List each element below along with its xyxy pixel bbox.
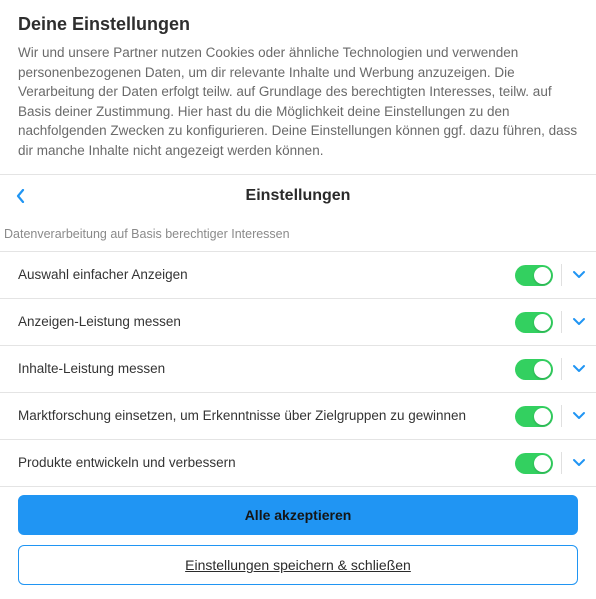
- subheader-title: Einstellungen: [246, 187, 351, 205]
- separator: [561, 405, 562, 427]
- list-item-label: Produkte entwickeln und verbessern: [18, 454, 505, 472]
- toggle-switch[interactable]: [515, 312, 553, 333]
- list-item: Anzeigen-Leistung messen: [0, 298, 596, 345]
- chevron-down-icon: [572, 458, 586, 468]
- list-item: Marktforschung einsetzen, um Erkenntniss…: [0, 392, 596, 439]
- separator: [561, 358, 562, 380]
- list-item: Inhalte-Leistung messen: [0, 345, 596, 392]
- save-close-button[interactable]: Einstellungen speichern & schließen: [18, 545, 578, 585]
- list-item-label: Anzeigen-Leistung messen: [18, 313, 505, 331]
- settings-list: Auswahl einfacher Anzeigen Anzeigen-Leis…: [0, 251, 596, 487]
- toggle-switch[interactable]: [515, 406, 553, 427]
- separator: [561, 311, 562, 333]
- intro-text: Wir und unsere Partner nutzen Cookies od…: [18, 43, 578, 160]
- list-item-label: Marktforschung einsetzen, um Erkenntniss…: [18, 407, 505, 425]
- button-bar: Alle akzeptieren Einstellungen speichern…: [0, 487, 596, 599]
- list-item-controls: [515, 264, 588, 286]
- chevron-down-icon: [572, 364, 586, 374]
- intro-block: Deine Einstellungen Wir und unsere Partn…: [0, 0, 596, 174]
- list-item-label: Auswahl einfacher Anzeigen: [18, 266, 505, 284]
- chevron-down-icon: [572, 270, 586, 280]
- accept-all-button[interactable]: Alle akzeptieren: [18, 495, 578, 535]
- list-item-label: Inhalte-Leistung messen: [18, 360, 505, 378]
- expand-button[interactable]: [570, 454, 588, 472]
- list-item: Produkte entwickeln und verbessern: [0, 439, 596, 487]
- back-button[interactable]: [14, 189, 28, 203]
- expand-button[interactable]: [570, 407, 588, 425]
- page-title: Deine Einstellungen: [18, 14, 578, 35]
- list-item: Auswahl einfacher Anzeigen: [0, 251, 596, 298]
- chevron-left-icon: [16, 189, 26, 203]
- list-item-controls: [515, 405, 588, 427]
- chevron-down-icon: [572, 411, 586, 421]
- expand-button[interactable]: [570, 266, 588, 284]
- list-item-controls: [515, 358, 588, 380]
- chevron-down-icon: [572, 317, 586, 327]
- toggle-switch[interactable]: [515, 265, 553, 286]
- list-item-controls: [515, 452, 588, 474]
- expand-button[interactable]: [570, 313, 588, 331]
- list-item-controls: [515, 311, 588, 333]
- subheader: Einstellungen: [0, 175, 596, 217]
- toggle-switch[interactable]: [515, 359, 553, 380]
- separator: [561, 264, 562, 286]
- toggle-switch[interactable]: [515, 453, 553, 474]
- separator: [561, 452, 562, 474]
- expand-button[interactable]: [570, 360, 588, 378]
- section-label: Datenverarbeitung auf Basis berechtiger …: [0, 217, 596, 251]
